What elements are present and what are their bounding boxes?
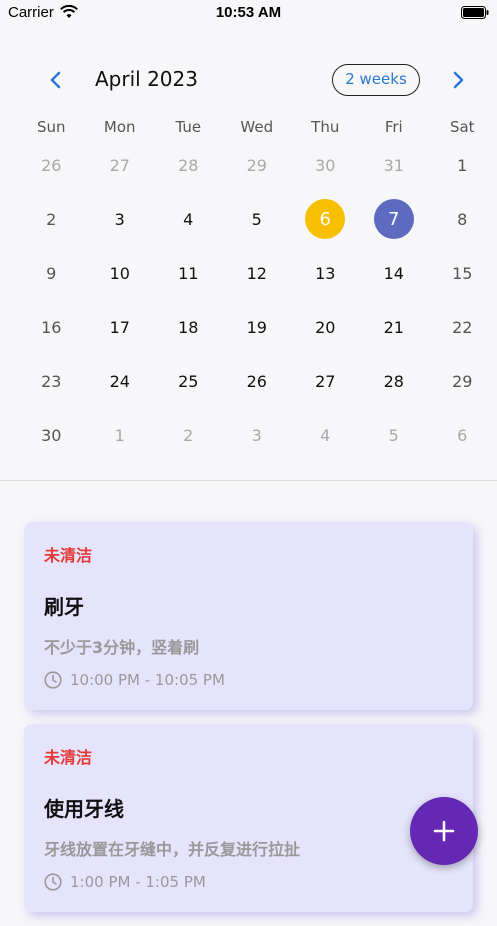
calendar-day[interactable]: 27 [291, 354, 360, 408]
event-description: 牙线放置在牙缝中，并反复进行拉扯 [44, 840, 301, 859]
weekday-label: Fri [384, 118, 403, 136]
status-time: 10:53 AM [215, 4, 282, 21]
calendar-day[interactable]: 18 [154, 300, 223, 354]
event-time: 1:00 PM - 1:05 PM [70, 873, 206, 891]
calendar-day[interactable]: 1 [428, 138, 497, 192]
calendar-day[interactable]: 14 [360, 246, 429, 300]
week-row: 16 17 18 19 20 21 22 [17, 300, 497, 354]
weekday-label: Wed [240, 118, 274, 136]
calendar-day[interactable]: 1 [86, 408, 155, 462]
event-title: 刷牙 [44, 595, 84, 619]
calendar-day[interactable]: 6 [428, 408, 497, 462]
weekday-label: Mon [103, 118, 136, 136]
weekday-label: Sat [449, 118, 475, 136]
week-row: 2 3 4 5 6 7 8 [17, 192, 497, 246]
calendar-day[interactable]: 25 [154, 354, 223, 408]
calendar-day-selected[interactable]: 7 [360, 192, 429, 246]
calendar-day[interactable]: 26 [223, 354, 292, 408]
event-time-row: 10:00 PM - 10:05 PM [44, 670, 453, 690]
calendar-day[interactable]: 3 [223, 408, 292, 462]
calendar-day[interactable]: 10 [86, 246, 155, 300]
chevron-left-icon[interactable] [46, 70, 66, 90]
calendar-day[interactable]: 24 [86, 354, 155, 408]
event-status: 未清洁 [44, 546, 93, 565]
calendar-day[interactable]: 5 [223, 192, 292, 246]
calendar-day[interactable]: 15 [428, 246, 497, 300]
event-card[interactable]: 未清洁 刷牙 不少于3分钟，竖着刷 10:00 PM - 10:05 PM [24, 522, 473, 710]
event-time: 10:00 PM - 10:05 PM [70, 671, 225, 689]
calendar-day[interactable]: 17 [86, 300, 155, 354]
plus-icon [433, 820, 455, 842]
event-time-row: 1:00 PM - 1:05 PM [44, 872, 453, 892]
calendar-day-today[interactable]: 6 [291, 192, 360, 246]
calendar-day[interactable]: 29 [428, 354, 497, 408]
calendar-day[interactable]: 26 [17, 138, 86, 192]
weekday-label: Tue [175, 118, 202, 136]
calendar-day[interactable]: 2 [154, 408, 223, 462]
calendar-day[interactable]: 30 [291, 138, 360, 192]
battery-icon [461, 6, 489, 19]
chevron-right-icon[interactable] [448, 70, 468, 90]
calendar-day[interactable]: 12 [223, 246, 292, 300]
calendar-day[interactable]: 20 [291, 300, 360, 354]
event-description: 不少于3分钟，竖着刷 [44, 638, 200, 657]
week-row: 23 24 25 26 27 28 29 [17, 354, 497, 408]
divider [0, 480, 497, 481]
calendar-day[interactable]: 27 [86, 138, 155, 192]
weekday-header: Sun Mon Tue Wed Thu Fri Sat [17, 118, 497, 140]
weekday-label: Sun [36, 118, 66, 136]
calendar-day[interactable]: 23 [17, 354, 86, 408]
calendar-day[interactable]: 5 [360, 408, 429, 462]
week-row: 30 1 2 3 4 5 6 [17, 408, 497, 462]
calendar-day[interactable]: 22 [428, 300, 497, 354]
calendar-day[interactable]: 28 [154, 138, 223, 192]
calendar-day[interactable]: 28 [360, 354, 429, 408]
calendar-day[interactable]: 31 [360, 138, 429, 192]
calendar-day[interactable]: 29 [223, 138, 292, 192]
event-title: 使用牙线 [44, 797, 124, 821]
calendar-day[interactable]: 8 [428, 192, 497, 246]
calendar-day[interactable]: 13 [291, 246, 360, 300]
calendar-header: April 2023 2 weeks [0, 62, 497, 98]
status-bar: Carrier 10:53 AM [0, 0, 497, 26]
clock-icon [44, 671, 62, 689]
event-card[interactable]: 未清洁 使用牙线 牙线放置在牙缝中，并反复进行拉扯 1:00 PM - 1:05… [24, 724, 473, 912]
weekday-label: Thu [311, 118, 340, 136]
calendar-day[interactable]: 16 [17, 300, 86, 354]
month-title: April 2023 [95, 67, 198, 91]
calendar-day[interactable]: 4 [291, 408, 360, 462]
add-event-button[interactable] [410, 797, 478, 865]
calendar-grid: 26 27 28 29 30 31 1 2 3 4 5 6 7 8 9 10 1… [17, 138, 497, 462]
calendar-day[interactable]: 4 [154, 192, 223, 246]
calendar-day[interactable]: 9 [17, 246, 86, 300]
calendar-day[interactable]: 3 [86, 192, 155, 246]
event-status: 未清洁 [44, 748, 93, 767]
calendar-format-button[interactable]: 2 weeks [332, 64, 420, 96]
calendar-day[interactable]: 11 [154, 246, 223, 300]
calendar-day[interactable]: 21 [360, 300, 429, 354]
week-row: 9 10 11 12 13 14 15 [17, 246, 497, 300]
event-list: 未清洁 刷牙 不少于3分钟，竖着刷 10:00 PM - 10:05 PM 未清… [24, 522, 473, 926]
calendar-day[interactable]: 2 [17, 192, 86, 246]
calendar-day[interactable]: 30 [17, 408, 86, 462]
week-row: 26 27 28 29 30 31 1 [17, 138, 497, 192]
clock-icon [44, 873, 62, 891]
calendar-day[interactable]: 19 [223, 300, 292, 354]
